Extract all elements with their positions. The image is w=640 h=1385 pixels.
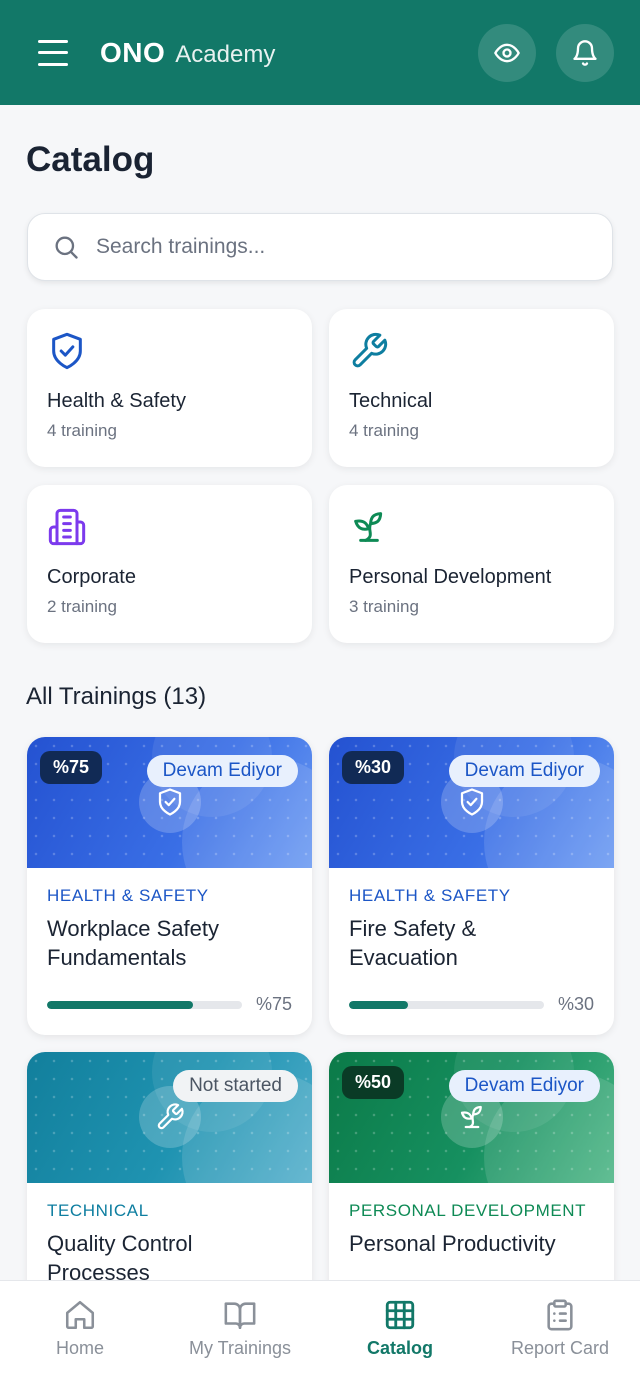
brand-name: ONO (100, 36, 166, 68)
training-banner: %50 Devam Ediyor (329, 1052, 614, 1183)
search-bar[interactable] (27, 213, 613, 281)
progress-badge: %75 (40, 751, 103, 784)
progress-label: %30 (557, 994, 594, 1014)
progress-row: %75 (47, 994, 292, 1015)
training-category: HEALTH & SAFETY (349, 886, 511, 905)
search-input[interactable] (96, 235, 556, 259)
progress-bar (47, 1000, 242, 1009)
notifications-button[interactable] (556, 23, 614, 82)
hamburger-line (38, 39, 68, 43)
hamburger-line (38, 62, 68, 66)
clipboard-icon (547, 1299, 573, 1331)
category-name: Health & Safety (47, 390, 186, 412)
progress-fill (47, 1000, 194, 1009)
progress-bar (349, 1000, 544, 1009)
building-icon (48, 508, 86, 546)
shield-check-icon (52, 332, 82, 370)
wrench-icon (157, 1103, 184, 1130)
training-category: TECHNICAL (47, 1201, 149, 1220)
training-title-line: Fire Safety & (349, 916, 477, 941)
training-title: Workplace Safety Fundamentals (47, 914, 292, 972)
book-open-icon (224, 1302, 256, 1330)
menu-button[interactable] (38, 39, 68, 66)
nav-item-report-card[interactable]: Report Card (480, 1281, 640, 1385)
status-badge: Devam Ediyor (448, 1070, 600, 1102)
progress-badge: %50 (342, 1066, 405, 1099)
header-actions (478, 23, 614, 82)
training-category: HEALTH & SAFETY (47, 886, 209, 905)
sprout-icon (460, 1105, 482, 1129)
category-card-corporate[interactable]: Corporate 2 training (27, 485, 312, 643)
category-count: 2 training (47, 597, 117, 616)
progress-row: %30 (349, 994, 594, 1015)
progress-label: %75 (255, 994, 292, 1014)
training-title-line: Workplace Safety (47, 916, 220, 941)
category-count: 4 training (349, 421, 419, 440)
page-title: Catalog (26, 140, 155, 179)
nav-label: Report Card (510, 1338, 610, 1358)
training-title-line: Personal Productivity (349, 1231, 556, 1256)
training-title-line: Evacuation (349, 945, 458, 970)
category-name: Personal Development (349, 566, 552, 588)
category-name: Technical (349, 390, 433, 412)
nav-label: Catalog (366, 1338, 433, 1358)
progress-badge: %30 (342, 751, 405, 784)
progress-fill (349, 1000, 408, 1009)
training-card[interactable]: %50 Devam Ediyor PERSONAL DEVELOPMENT Pe… (329, 1052, 614, 1280)
status-badge: Devam Ediyor (448, 755, 600, 787)
nav-item-catalog[interactable]: Catalog (320, 1281, 480, 1385)
training-banner: %75 Devam Ediyor (27, 737, 312, 868)
category-name: Corporate (47, 566, 136, 588)
shield-check-icon (460, 788, 484, 816)
nav-item-home[interactable]: Home (0, 1281, 160, 1385)
category-card-health-safety[interactable]: Health & Safety 4 training (27, 309, 312, 467)
status-badge: Devam Ediyor (146, 755, 298, 787)
hamburger-line (38, 51, 68, 54)
bottom-navigation: Home My Trainings Catalog Report Card (0, 1280, 640, 1385)
shield-check-icon (158, 788, 182, 816)
category-count: 3 training (349, 597, 419, 616)
status-badge: Not started (173, 1070, 298, 1102)
brand-subtitle: Academy (175, 40, 276, 68)
category-card-personal-development[interactable]: Personal Development 3 training (329, 485, 614, 643)
grid-icon (385, 1300, 415, 1330)
nav-label: My Trainings (188, 1338, 292, 1358)
category-card-technical[interactable]: Technical 4 training (329, 309, 614, 467)
training-title: Personal Productivity (349, 1229, 594, 1258)
training-title: Fire Safety & Evacuation (349, 914, 594, 972)
view-mode-button[interactable] (478, 23, 536, 82)
nav-item-my-trainings[interactable]: My Trainings (160, 1281, 320, 1385)
training-card[interactable]: Not started TECHNICAL Quality Control Pr… (27, 1052, 312, 1280)
all-trainings-heading: All Trainings (13) (26, 683, 207, 710)
training-title-line: Quality Control (47, 1231, 193, 1256)
training-title: Quality Control Processes (47, 1229, 292, 1280)
training-title-line: Fundamentals (47, 945, 187, 970)
training-card[interactable]: %75 Devam Ediyor HEALTH & SAFETY Workpla… (27, 737, 312, 1035)
bell-icon (573, 39, 597, 66)
training-banner: Not started (27, 1052, 312, 1183)
training-title-line: Processes (47, 1260, 150, 1280)
sprout-icon (354, 512, 383, 542)
training-category: PERSONAL DEVELOPMENT (349, 1201, 587, 1220)
category-count: 4 training (47, 421, 117, 440)
search-icon (55, 236, 78, 259)
brand-logo[interactable]: ONO Academy (100, 37, 275, 69)
home-icon (65, 1300, 95, 1330)
top-app-bar: ONO Academy (0, 0, 640, 105)
main-content[interactable]: Catalog Health & Safety 4 training Techn… (0, 105, 640, 1280)
training-banner: %30 Devam Ediyor (329, 737, 614, 868)
wrench-icon (352, 332, 388, 368)
eye-icon (494, 43, 520, 62)
training-card[interactable]: %30 Devam Ediyor HEALTH & SAFETY Fire Sa… (329, 737, 614, 1035)
nav-label: Home (55, 1338, 104, 1358)
